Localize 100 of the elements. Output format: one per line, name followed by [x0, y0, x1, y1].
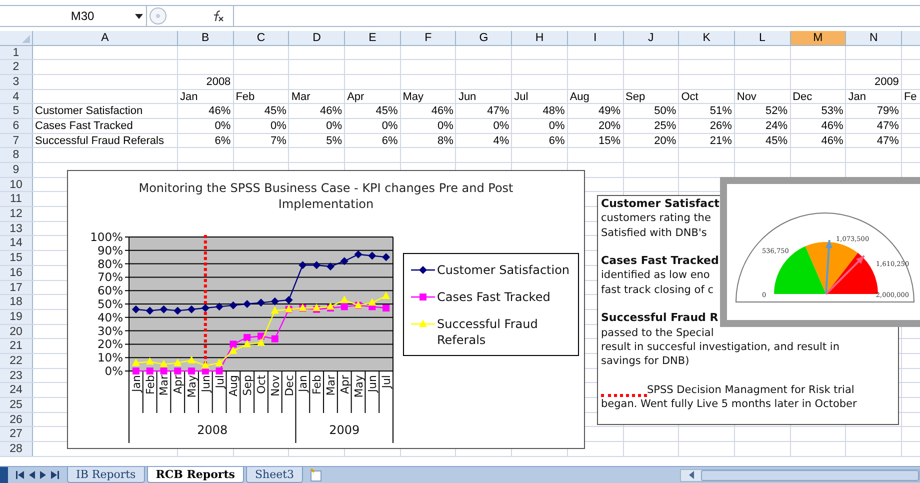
table-cell[interactable]: Cases Fast Tracked	[33, 118, 177, 133]
scroll-left-icon[interactable]	[687, 471, 697, 479]
table-cell[interactable]: 7%	[234, 134, 288, 148]
table-cell[interactable]: 46%	[400, 104, 456, 118]
row-number[interactable]: 17	[0, 280, 33, 294]
row-number[interactable]: 12	[0, 207, 33, 221]
row-number[interactable]: 21	[0, 339, 33, 353]
column-header[interactable]: H	[512, 31, 568, 46]
last-sheet-icon[interactable]	[51, 471, 59, 479]
next-sheet-icon[interactable]	[40, 471, 46, 479]
table-cell[interactable]: Aug	[568, 90, 622, 104]
row-number[interactable]: 7	[0, 134, 33, 148]
table-cell[interactable]: 25%	[624, 118, 678, 133]
table-cell[interactable]: 52%	[734, 104, 790, 118]
column-header[interactable]	[902, 31, 920, 46]
table-cell[interactable]: 8%	[400, 134, 456, 148]
row-number[interactable]: 10	[0, 178, 33, 192]
table-cell[interactable]: 46%	[790, 134, 846, 148]
table-cell[interactable]: 6%	[512, 134, 567, 148]
column-header[interactable]: K	[679, 31, 735, 46]
table-cell[interactable]: Jan	[178, 90, 233, 104]
table-cell[interactable]: 0%	[512, 118, 567, 133]
table-cell[interactable]: Dec	[790, 90, 846, 104]
row-number[interactable]: 23	[0, 368, 33, 382]
table-cell[interactable]: 45%	[734, 134, 790, 148]
table-cell[interactable]: 51%	[679, 104, 734, 118]
row-number[interactable]: 24	[0, 383, 33, 397]
table-cell[interactable]: 0%	[234, 118, 288, 133]
table-cell[interactable]: 0%	[400, 118, 456, 133]
table-cell[interactable]: May	[400, 90, 456, 104]
column-header[interactable]: B	[178, 31, 234, 46]
row-number[interactable]: 19	[0, 310, 33, 324]
previous-sheet-icon[interactable]	[29, 471, 35, 479]
table-cell[interactable]: 0%	[289, 118, 344, 133]
row-number[interactable]: 9	[0, 163, 33, 177]
table-cell[interactable]: Jan	[846, 90, 901, 104]
name-box[interactable]: M30	[30, 6, 147, 26]
table-cell[interactable]: 53%	[790, 104, 846, 118]
table-cell[interactable]: Jun	[456, 90, 512, 104]
column-header[interactable]: M	[790, 31, 846, 46]
row-number[interactable]: 20	[0, 324, 33, 338]
row-number[interactable]: 5	[0, 104, 33, 118]
row-number[interactable]: 26	[0, 412, 33, 426]
select-all-icon[interactable]	[22, 35, 30, 43]
first-sheet-icon[interactable]	[16, 471, 24, 479]
table-cell[interactable]: 20%	[624, 134, 678, 148]
table-cell[interactable]: 47%	[846, 134, 901, 148]
row-number[interactable]: 14	[0, 236, 33, 250]
table-cell[interactable]: 46%	[790, 118, 846, 133]
table-cell[interactable]: Nov	[734, 90, 790, 104]
new-sheet-icon[interactable]	[308, 468, 324, 482]
table-cell[interactable]: 15%	[568, 134, 622, 148]
table-cell[interactable]: Sep	[624, 90, 678, 104]
table-cell[interactable]: 45%	[345, 104, 400, 118]
table-cell[interactable]: 46%	[178, 104, 233, 118]
table-cell[interactable]: Mar	[289, 90, 344, 104]
table-cell[interactable]: 45%	[234, 104, 288, 118]
sheet-tab[interactable]: RCB Reports	[146, 467, 244, 483]
table-cell[interactable]: 49%	[568, 104, 622, 118]
row-number[interactable]: 18	[0, 295, 33, 309]
column-header[interactable]: N	[846, 31, 902, 46]
column-header[interactable]: G	[456, 31, 512, 46]
column-header[interactable]: F	[400, 31, 456, 46]
row-number[interactable]: 27	[0, 427, 33, 442]
resize-handle-icon[interactable]	[149, 7, 167, 25]
table-cell[interactable]: 21%	[679, 134, 734, 148]
table-cell[interactable]: Successful Fraud Referals	[33, 134, 177, 148]
column-header[interactable]: J	[624, 31, 680, 46]
corner-header[interactable]	[0, 31, 33, 46]
table-cell[interactable]: 47%	[456, 104, 512, 118]
column-header[interactable]: E	[345, 31, 401, 46]
table-cell[interactable]: 5%	[289, 134, 344, 148]
table-cell[interactable]: 46%	[289, 104, 344, 118]
row-number[interactable]: 22	[0, 354, 33, 368]
table-cell[interactable]: 0%	[456, 118, 512, 133]
horizontal-scrollbar[interactable]	[680, 468, 920, 482]
table-cell[interactable]: Customer Satisfaction	[33, 104, 177, 118]
row-number[interactable]: 4	[0, 90, 33, 104]
row-number[interactable]: 6	[0, 118, 33, 133]
row-number[interactable]: 28	[0, 442, 33, 456]
table-cell[interactable]: Feb	[234, 90, 288, 104]
table-cell[interactable]: 50%	[624, 104, 678, 118]
dropdown-caret-icon[interactable]	[135, 14, 143, 18]
sheet-tab[interactable]: IB Reports	[67, 467, 145, 483]
row-number[interactable]: 25	[0, 398, 33, 412]
table-cell[interactable]: Jul	[512, 90, 567, 104]
table-cell[interactable]: 47%	[846, 118, 901, 133]
table-cell[interactable]: 6%	[178, 134, 233, 148]
table-cell[interactable]: 0%	[178, 118, 233, 133]
column-header[interactable]: C	[234, 31, 290, 46]
table-cell[interactable]: 6%	[345, 134, 400, 148]
table-cell[interactable]: 20%	[568, 118, 622, 133]
table-cell[interactable]: 4%	[456, 134, 512, 148]
row-number[interactable]: 11	[0, 192, 33, 206]
column-header[interactable]: D	[289, 31, 346, 46]
table-cell[interactable]: 48%	[512, 104, 567, 118]
row-number[interactable]: 13	[0, 222, 33, 236]
table-cell[interactable]: 2009	[846, 74, 901, 89]
column-header[interactable]: A	[33, 31, 178, 46]
row-number[interactable]: 8	[0, 148, 33, 162]
